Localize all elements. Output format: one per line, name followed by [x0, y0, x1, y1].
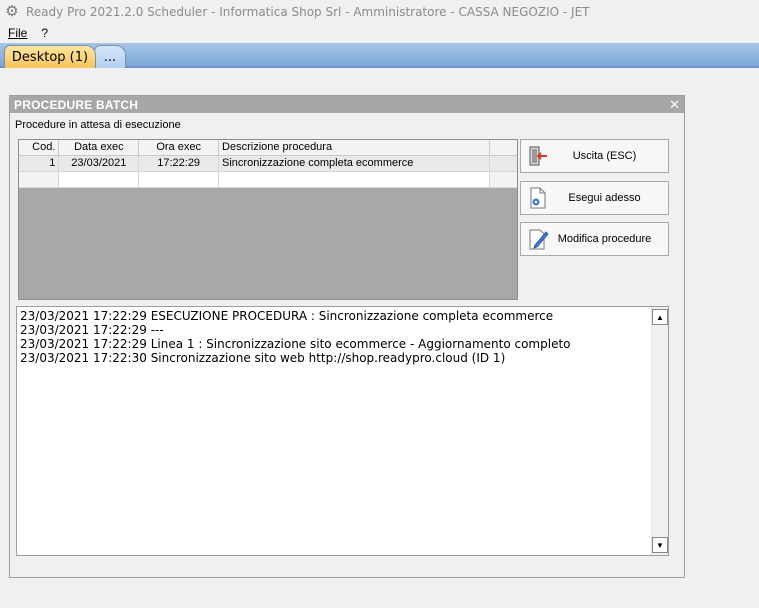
window-title: Ready Pro 2021.2.0 Scheduler - Informati… [26, 4, 590, 19]
tab-more[interactable]: ... [94, 45, 126, 68]
procedures-grid[interactable]: Cod. Data exec Ora exec Descrizione proc… [18, 139, 518, 300]
panel-header: PROCEDURE BATCH ✕ [10, 96, 684, 113]
cell-cod-empty[interactable] [19, 171, 60, 188]
tab-desktop[interactable]: Desktop (1) [4, 45, 96, 68]
scroll-up-icon[interactable]: ▲ [652, 309, 668, 325]
menu-file-label: File [8, 26, 28, 40]
cell-data[interactable]: 23/03/2021 [58, 155, 140, 172]
menu-file[interactable]: File [2, 26, 33, 40]
log-line: 23/03/2021 17:22:29 --- [20, 323, 164, 337]
cell-ora[interactable]: 17:22:29 [138, 155, 220, 172]
col-ora-exec[interactable]: Ora exec [138, 140, 220, 156]
panel-title: PROCEDURE BATCH [14, 97, 139, 112]
scroll-down-icon[interactable]: ▼ [652, 537, 668, 553]
cell-data-empty[interactable] [58, 171, 140, 188]
run-gear-icon [525, 185, 551, 211]
col-descrizione[interactable]: Descrizione procedura [218, 140, 490, 156]
procedure-batch-panel: PROCEDURE BATCH ✕ Procedure in attesa di… [9, 95, 685, 578]
cell-gutter [489, 155, 517, 172]
run-now-label: Esegui adesso [568, 192, 641, 204]
col-gutter [489, 140, 517, 156]
table-row-new[interactable] [19, 171, 517, 188]
menu-bar: File ? [0, 23, 759, 43]
pending-label: Procedure in attesa di esecuzione [15, 119, 181, 131]
gear-icon: ⚙ [5, 2, 19, 20]
table-row[interactable]: 1 23/03/2021 17:22:29 Sincronizzazione c… [19, 155, 517, 172]
title-bar: ⚙ Ready Pro 2021.2.0 Scheduler - Informa… [0, 0, 759, 23]
tab-bar: ... Desktop (1) [0, 43, 759, 68]
cell-cod[interactable]: 1 [19, 155, 60, 172]
log-lines: 23/03/2021 17:22:29 ESECUZIONE PROCEDURA… [20, 309, 571, 365]
cell-desc-empty[interactable] [218, 171, 490, 188]
exit-button-label: Uscita (ESC) [572, 150, 637, 162]
log-scrollbar[interactable]: ▲ ▼ [651, 307, 668, 555]
edit-pencil-icon [525, 226, 551, 252]
cell-desc[interactable]: Sincronizzazione completa ecommerce [218, 155, 490, 172]
cell-gutter-empty [489, 171, 517, 188]
col-cod[interactable]: Cod. [19, 140, 60, 156]
edit-procedures-button[interactable]: Modifica procedure [520, 222, 669, 256]
log-line: 23/03/2021 17:22:30 Sincronizzazione sit… [20, 351, 506, 365]
execution-log[interactable]: 23/03/2021 17:22:29 ESECUZIONE PROCEDURA… [16, 306, 669, 556]
exit-door-icon [525, 143, 551, 169]
close-icon[interactable]: ✕ [669, 97, 680, 113]
col-data-exec[interactable]: Data exec [58, 140, 140, 156]
run-now-button[interactable]: Esegui adesso [520, 181, 669, 215]
exit-button[interactable]: Uscita (ESC) [520, 139, 669, 173]
log-line: 23/03/2021 17:22:29 Linea 1 : Sincronizz… [20, 337, 571, 351]
edit-procedures-label: Modifica procedure [557, 233, 652, 245]
log-line: 23/03/2021 17:22:29 ESECUZIONE PROCEDURA… [20, 309, 554, 323]
cell-ora-empty[interactable] [138, 171, 220, 188]
menu-help[interactable]: ? [35, 26, 54, 40]
